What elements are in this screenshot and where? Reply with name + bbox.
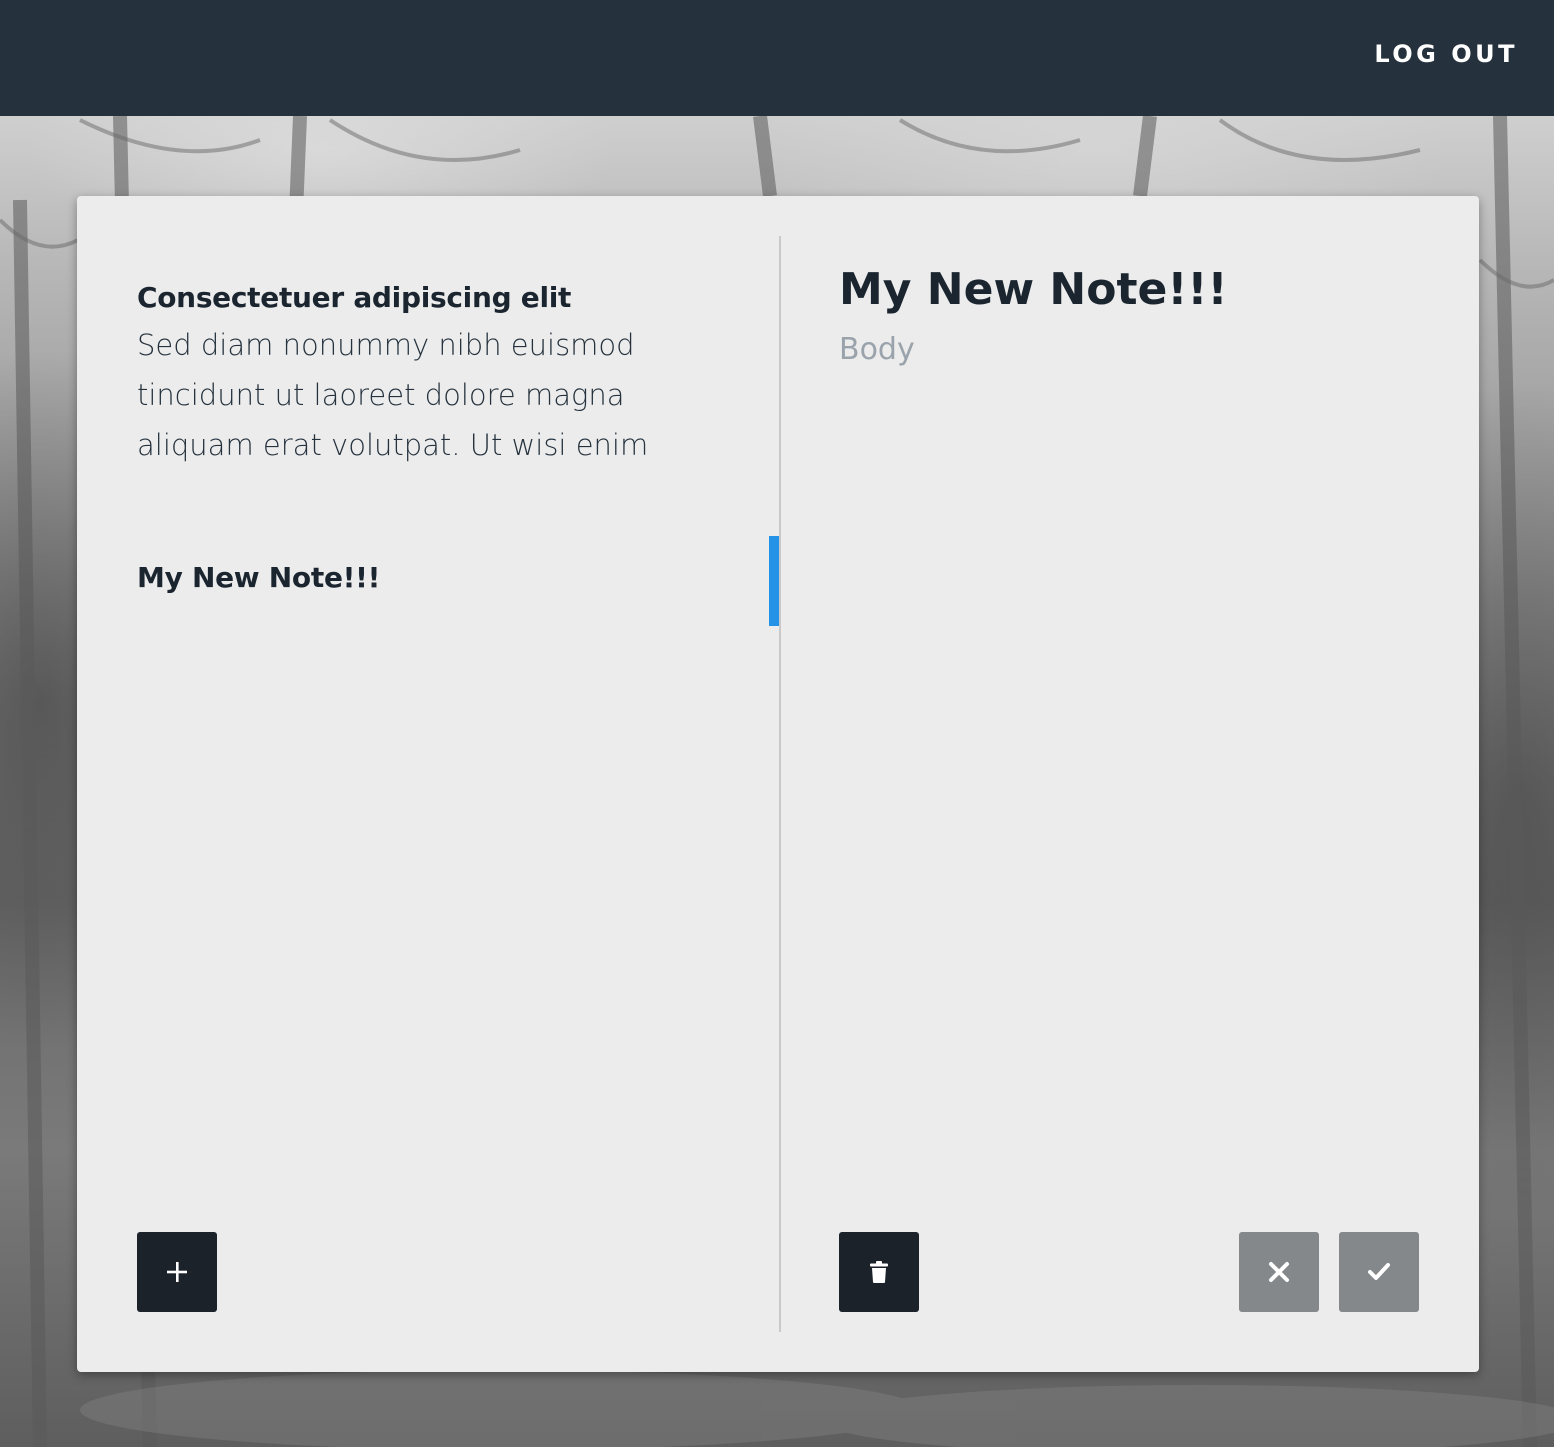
active-note-indicator (769, 536, 779, 626)
trash-icon (870, 1261, 888, 1283)
delete-note-button[interactable] (839, 1232, 919, 1312)
logout-button[interactable]: LOG OUT (1374, 40, 1518, 68)
cancel-button[interactable] (1239, 1232, 1319, 1312)
notes-card: Consectetuer adipiscing elit Sed diam no… (77, 196, 1479, 1372)
add-note-button[interactable] (137, 1232, 217, 1312)
plus-icon (165, 1260, 189, 1284)
confirm-button[interactable] (1339, 1232, 1419, 1312)
note-item-body: Sed diam nonummy nibh euismod tincidunt … (137, 328, 649, 462)
note-item-title: My New Note!!! (137, 561, 381, 594)
note-title-input[interactable] (839, 256, 1419, 324)
note-editor (839, 256, 1419, 1032)
top-bar: LOG OUT (0, 0, 1554, 116)
note-body-textarea[interactable] (839, 328, 1419, 1028)
check-icon (1367, 1262, 1391, 1282)
close-icon (1268, 1261, 1290, 1283)
note-list-item[interactable]: Consectetuer adipiscing elit Sed diam no… (137, 276, 737, 470)
note-item-title: Consectetuer adipiscing elit (137, 281, 572, 314)
panel-divider (779, 236, 781, 1332)
note-list-item-active[interactable]: My New Note!!! (137, 556, 380, 600)
note-list: Consectetuer adipiscing elit Sed diam no… (137, 276, 737, 594)
